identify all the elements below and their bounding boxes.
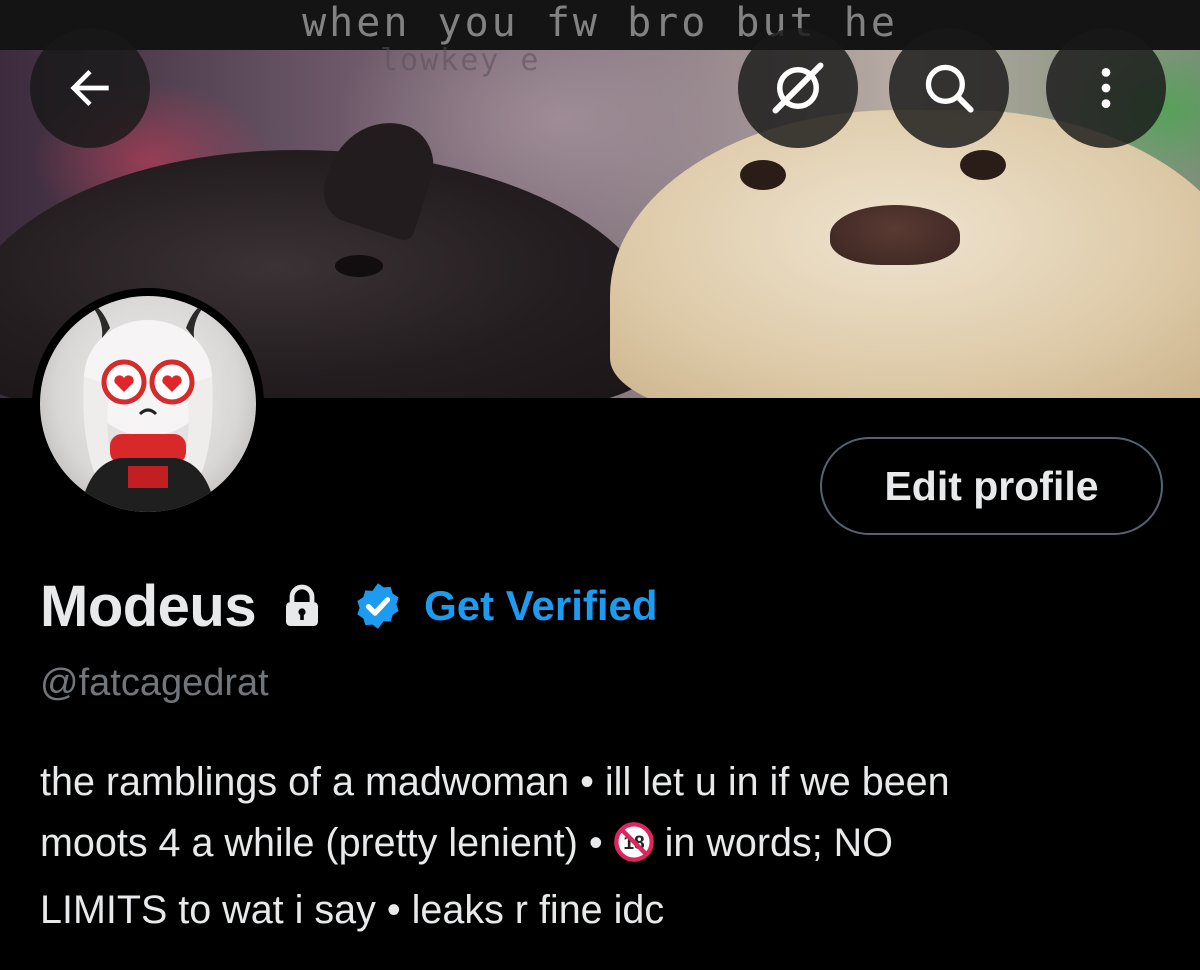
grok-button[interactable] [738,28,858,148]
banner-caption-line2: lowkey e [380,44,541,78]
bio-line-2-end: in words; NO [653,821,893,865]
bio-line-2-start: moots 4 a while (pretty lenient) • [40,821,614,865]
bio-line-1: the ramblings of a madwoman • ill let u … [40,760,950,804]
more-button[interactable] [1046,28,1166,148]
banner-light-dog-eye-left [740,160,786,190]
more-vertical-icon [1101,68,1111,108]
profile-handle: @fatcagedrat [40,662,269,704]
search-button[interactable] [889,28,1009,148]
banner-light-dog-nose [830,205,960,265]
banner-dark-dog-eye [335,255,383,277]
profile-display-name: Modeus [40,573,257,639]
avatar-image [40,296,256,512]
banner-light-dog-eye-right [960,150,1006,180]
banner-caption-line1: when you fw bro but he [302,0,898,46]
back-arrow-icon [70,70,109,106]
bio-line-2: moots 4 a while (pretty lenient) • 18 in… [40,813,1170,880]
verified-badge-icon[interactable] [352,580,404,632]
profile-name-row: Modeus Get Verified [40,566,658,646]
profile-bio: the ramblings of a madwoman • ill let u … [40,752,1170,941]
lock-icon [282,584,322,628]
edit-profile-button[interactable]: Edit profile [820,437,1163,535]
search-icon [925,64,974,113]
no-under-18-icon: 18 [613,819,654,880]
back-button[interactable] [30,28,150,148]
get-verified-link[interactable]: Get Verified [424,582,657,630]
bio-line-3: LIMITS to wat i say • leaks r fine idc [40,888,665,932]
profile-avatar[interactable] [32,288,264,520]
plush-doll-illustration [80,302,216,512]
grok-icon [772,62,824,114]
